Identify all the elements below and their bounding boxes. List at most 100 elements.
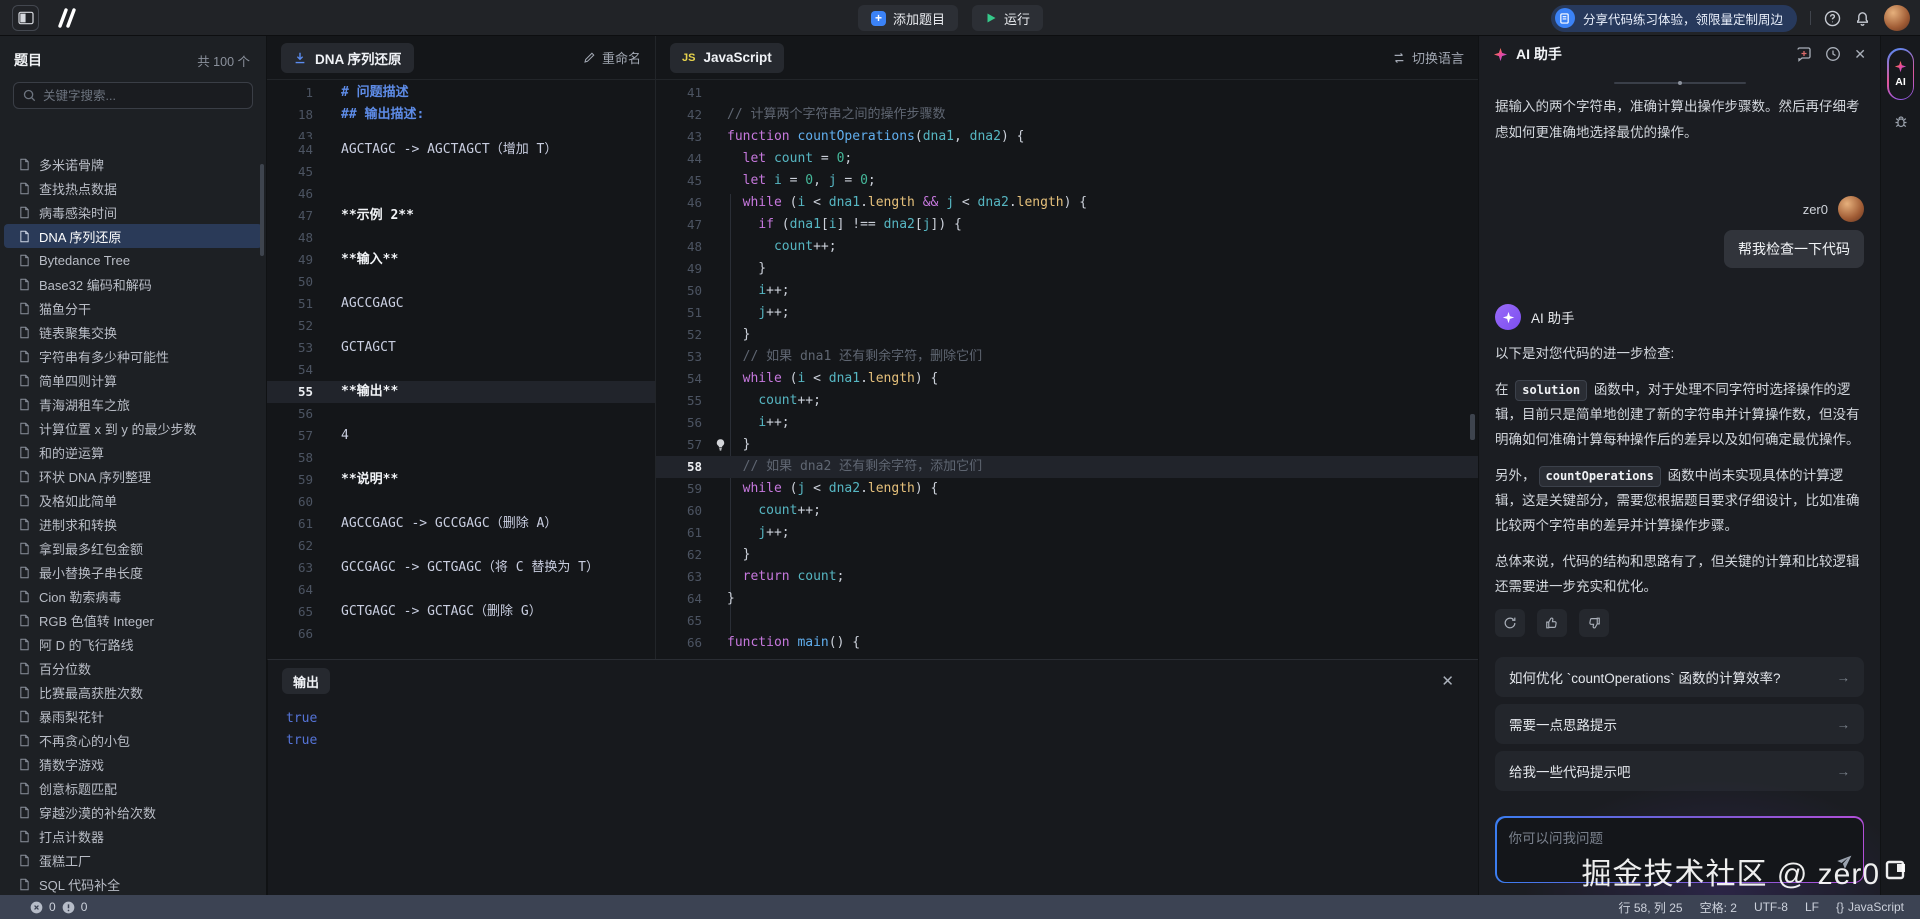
user-avatar-small: [1838, 196, 1864, 222]
sidebar-item[interactable]: 百分位数: [4, 656, 262, 680]
sidebar-item[interactable]: 穿越沙漠的补给次数: [4, 800, 262, 824]
sidebar-toggle-button[interactable]: [12, 5, 39, 31]
suggestion-button[interactable]: 需要一点思路提示→: [1495, 704, 1864, 744]
help-icon[interactable]: [1824, 10, 1841, 27]
ai-panel-header: AI 助手 ✕: [1479, 36, 1880, 72]
sidebar-item[interactable]: SQL 代码补全: [4, 872, 262, 895]
lightbulb-icon[interactable]: [714, 438, 727, 451]
sidebar-item[interactable]: 猫鱼分干: [4, 296, 262, 320]
cursor-position[interactable]: 行 58, 列 25: [1619, 899, 1683, 916]
code-line: 60 count++;: [656, 500, 1478, 522]
sidebar-item[interactable]: 打点计数器: [4, 824, 262, 848]
sidebar-item[interactable]: 简单四则计算: [4, 368, 262, 392]
line-number: 46: [656, 192, 702, 214]
ai-close-icon[interactable]: ✕: [1854, 46, 1866, 63]
line-number: 62: [267, 535, 313, 557]
ai-assistant-badge[interactable]: AI: [1887, 48, 1914, 100]
debug-bug-icon[interactable]: [1893, 114, 1909, 130]
sidebar-item[interactable]: 阿 D 的飞行路线: [4, 632, 262, 656]
ai-message-partial: 据输入的两个字符串，准确计算出操作步骤数。然后再仔细考虑如何更准确地选择最优的操…: [1495, 94, 1864, 146]
switch-language-button[interactable]: 切换语言: [1392, 48, 1464, 67]
sidebar-item[interactable]: 环状 DNA 序列整理: [4, 464, 262, 488]
sidebar-item[interactable]: 青海湖租车之旅: [4, 392, 262, 416]
promo-banner[interactable]: 分享代码练习体验，领限量定制周边: [1551, 5, 1797, 32]
indentation[interactable]: 空格: 2: [1700, 899, 1737, 916]
history-icon[interactable]: [1825, 46, 1841, 62]
sidebar-item-label: RGB 色值转 Integer: [39, 611, 154, 630]
regenerate-button[interactable]: [1495, 609, 1525, 637]
sidebar-item[interactable]: 链表聚集交换: [4, 320, 262, 344]
search-input[interactable]: [43, 89, 243, 103]
sidebar-item[interactable]: 暴雨梨花针: [4, 704, 262, 728]
sidebar-item[interactable]: 拿到最多红包金额: [4, 536, 262, 560]
encoding[interactable]: UTF-8: [1754, 900, 1788, 914]
sidebar-item[interactable]: 比赛最高获胜次数: [4, 680, 262, 704]
output-tab[interactable]: 输出: [282, 668, 330, 694]
thumbs-down-button[interactable]: [1579, 609, 1609, 637]
sidebar-item[interactable]: Cion 勒索病毒: [4, 584, 262, 608]
sidebar-item[interactable]: 多米诺骨牌: [4, 152, 262, 176]
sidebar-item[interactable]: 进制求和转换: [4, 512, 262, 536]
sidebar-item[interactable]: 蛋糕工厂: [4, 848, 262, 872]
markdown-line: 60: [267, 491, 655, 513]
eol[interactable]: LF: [1805, 900, 1819, 914]
file-icon: [18, 830, 31, 843]
problem-lines[interactable]: 1# 问题描述18## 输出描述:4344AGCTAGC -> AGCTAGCT…: [267, 82, 655, 659]
markdown-line: 63GCCGAGC -> GCTGAGC（将 C 替换为 T）: [267, 557, 655, 579]
ai-input-field[interactable]: [1509, 827, 1851, 873]
sidebar-item[interactable]: 查找热点数据: [4, 176, 262, 200]
problems-summary[interactable]: 0 0: [30, 900, 87, 914]
thumbs-up-button[interactable]: [1537, 609, 1567, 637]
sidebar-item[interactable]: Bytedance Tree: [4, 248, 262, 272]
markdown-line: 44AGCTAGC -> AGCTAGCT（增加 T）: [267, 139, 655, 161]
sidebar-item-label: SQL 代码补全: [39, 875, 120, 894]
language-mode[interactable]: {} JavaScript: [1836, 900, 1904, 914]
add-problem-button[interactable]: + 添加题目: [858, 5, 958, 31]
ai-conversation[interactable]: 据输入的两个字符串，准确计算出操作步骤数。然后再仔细考虑如何更准确地选择最优的操…: [1479, 72, 1880, 806]
drag-handle[interactable]: [1614, 82, 1746, 84]
problem-tab[interactable]: DNA 序列还原: [281, 43, 414, 73]
file-icon: [18, 686, 31, 699]
sidebar-item[interactable]: 及格如此简单: [4, 488, 262, 512]
sidebar-item[interactable]: 猜数字游戏: [4, 752, 262, 776]
sidebar-item[interactable]: 字符串有多少种可能性: [4, 344, 262, 368]
user-avatar[interactable]: [1884, 5, 1910, 31]
run-button[interactable]: 运行: [972, 5, 1043, 31]
notifications-bell-icon[interactable]: [1854, 10, 1871, 27]
code-text: count++;: [727, 390, 821, 412]
line-number: 18: [267, 104, 313, 126]
rename-button[interactable]: 重命名: [583, 48, 641, 67]
sidebar-item[interactable]: DNA 序列还原: [4, 224, 262, 248]
new-chat-icon[interactable]: [1796, 46, 1812, 62]
code-lines[interactable]: 4142// 计算两个字符串之间的操作步骤数43function countOp…: [656, 82, 1478, 659]
file-icon: [18, 206, 31, 219]
markdown-line: 574: [267, 425, 655, 447]
line-number: 61: [267, 513, 313, 535]
sidebar-item[interactable]: 病毒感染时间: [4, 200, 262, 224]
output-header: 输出: [268, 660, 1478, 700]
ai-input-box[interactable]: [1497, 818, 1863, 882]
output-close-icon[interactable]: ✕: [1441, 672, 1454, 690]
sidebar-item[interactable]: 不再贪心的小包: [4, 728, 262, 752]
suggestion-button[interactable]: 给我一些代码提示吧→: [1495, 751, 1864, 791]
sidebar-item[interactable]: 和的逆运算: [4, 440, 262, 464]
language-tab[interactable]: JS JavaScript: [670, 43, 784, 73]
markdown-line: 18## 输出描述:: [267, 104, 655, 126]
sidebar-item[interactable]: 最小替换子串长度: [4, 560, 262, 584]
sidebar-scrollbar[interactable]: [260, 164, 264, 256]
suggestion-button[interactable]: 如何优化 `countOperations` 函数的计算效率?→: [1495, 657, 1864, 697]
code-scrollbar[interactable]: [1470, 414, 1475, 440]
file-icon: [18, 758, 31, 771]
sidebar-item[interactable]: 创意标题匹配: [4, 776, 262, 800]
app-logo-icon[interactable]: [54, 7, 81, 33]
sidebar-item[interactable]: 计算位置 x 到 y 的最少步数: [4, 416, 262, 440]
sidebar-item[interactable]: RGB 色值转 Integer: [4, 608, 262, 632]
markdown-line: 61AGCCGAGC -> GCCGAGC（删除 A）: [267, 513, 655, 535]
inline-code: solution: [1515, 380, 1587, 401]
sidebar-layout-icon: [18, 11, 34, 25]
search-box[interactable]: [13, 82, 253, 109]
send-icon[interactable]: [1836, 854, 1853, 876]
sidebar-item[interactable]: Base32 编码和解码: [4, 272, 262, 296]
line-number: 59: [656, 478, 702, 500]
sidebar-item-label: 简单四则计算: [39, 371, 117, 390]
